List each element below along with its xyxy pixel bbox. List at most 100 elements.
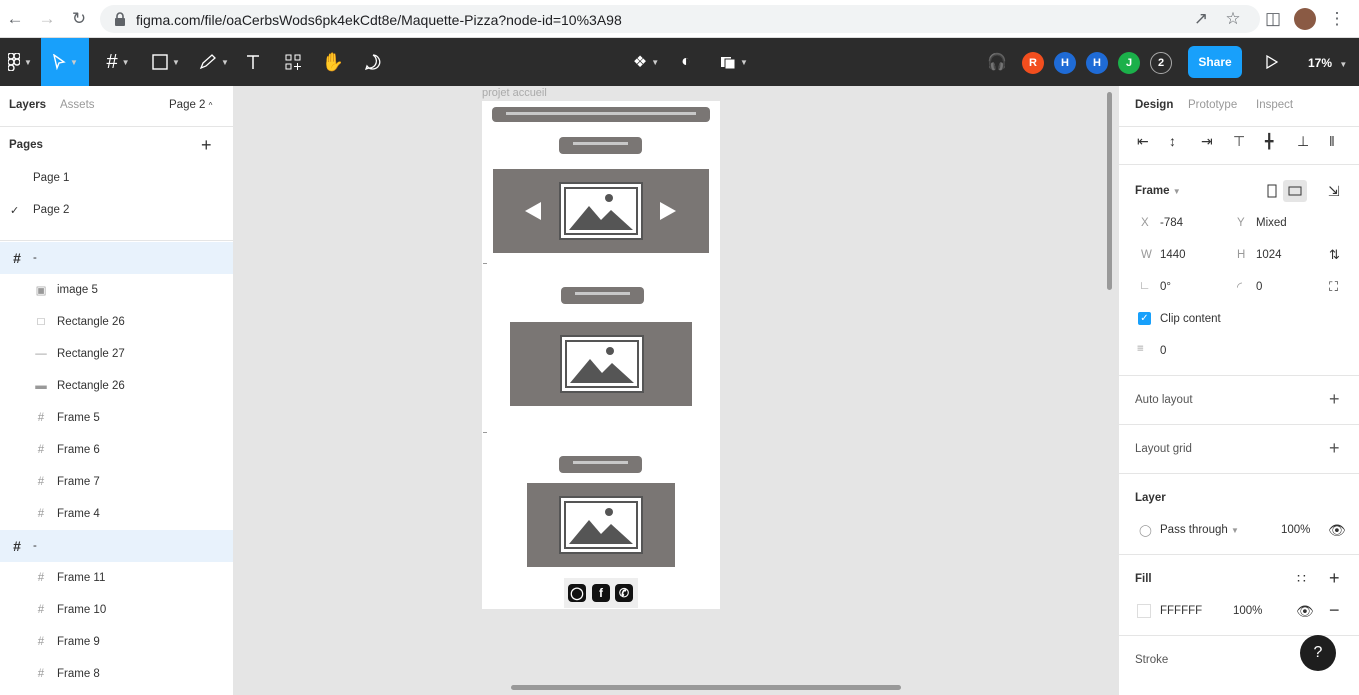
landscape-button[interactable] [1283,180,1307,202]
tab-design[interactable]: Design [1135,99,1173,111]
tab-layers[interactable]: Layers [9,99,46,111]
collaborator-avatar[interactable]: H [1054,52,1076,74]
layer-row[interactable]: # Frame 7 [0,466,233,498]
frame-section-label: Frame [1135,185,1170,197]
page-item[interactable]: ✓ Page 2 [0,194,233,226]
reload-icon[interactable]: ↻ [68,8,90,30]
collaborator-avatar[interactable]: J [1118,52,1140,74]
resize-to-fit-icon[interactable]: ⇲ [1328,183,1340,200]
align-top-icon[interactable]: ⊤ [1233,133,1245,150]
tab-assets[interactable]: Assets [60,99,95,111]
main-menu-button[interactable]: ▼ [0,38,40,86]
chevron-down-icon: ▼ [1172,187,1181,196]
layer-row[interactable]: ▣ image 5 [0,274,233,306]
align-bottom-icon[interactable]: ⊥ [1297,133,1309,150]
rotation-input[interactable]: 0° [1160,281,1171,293]
layer-row[interactable]: # Frame 9 [0,626,233,658]
layer-name: Frame 6 [57,444,100,456]
extra-collaborators-count[interactable]: 2 [1150,52,1172,74]
layer-opacity-input[interactable]: 100% [1281,524,1310,536]
layer-row[interactable]: # Frame 8 [0,658,233,690]
components-menu[interactable]: ❖ ▼ [628,38,664,86]
align-vertical-center-icon[interactable]: ╋ [1265,133,1273,150]
fill-opacity-input[interactable]: 100% [1233,605,1262,617]
add-layout-grid-icon[interactable]: + [1329,438,1340,459]
page-item[interactable]: Page 1 [0,162,233,194]
horizontal-scrollbar[interactable] [511,685,901,690]
shape-tool[interactable]: ▼ [146,38,186,86]
frame-name-label[interactable]: projet accueil [482,87,547,99]
wireframe-frame[interactable]: ◯ f ✆ [482,101,720,609]
page-selector[interactable]: Page 2 ^ [169,99,212,111]
sidepanel-icon[interactable]: ◫ [1262,8,1284,30]
independent-corners-icon[interactable]: ⛶ [1329,279,1338,295]
collaborator-avatar[interactable]: H [1086,52,1108,74]
share-button[interactable]: Share [1188,46,1242,78]
frame-section-title[interactable]: Frame ▼ [1135,185,1181,197]
layer-row[interactable]: # Frame 10 [0,594,233,626]
layer-row[interactable]: # Frame 4 [0,498,233,530]
layer-row[interactable]: # Frame 6 [0,434,233,466]
chevron-down-icon: ▼ [1230,526,1239,535]
chevron-down-icon: ▼ [740,57,748,67]
help-button[interactable]: ? [1300,635,1336,671]
add-fill-icon[interactable]: + [1329,568,1340,589]
pen-tool[interactable]: ▼ [194,38,234,86]
tab-prototype[interactable]: Prototype [1188,99,1237,111]
portrait-icon[interactable] [1267,184,1277,198]
h-input[interactable]: 1024 [1256,249,1282,261]
radius-input[interactable]: 0 [1256,281,1262,293]
align-horizontal-center-icon[interactable]: ↕ [1169,133,1176,149]
browser-menu-icon[interactable]: ⋮ [1326,8,1348,30]
audio-button[interactable]: 🎧 [984,38,1010,86]
fill-color-swatch[interactable] [1137,604,1151,618]
bookmark-star-icon[interactable]: ☆ [1222,8,1244,30]
w-input[interactable]: 1440 [1160,249,1186,261]
hand-tool[interactable]: ✋ [320,38,346,86]
align-left-icon[interactable]: ⇤ [1137,133,1149,150]
clip-content-checkbox[interactable]: ✓ [1138,312,1151,325]
frame-icon: # [37,572,45,584]
collaborator-avatar[interactable]: R [1022,52,1044,74]
back-icon[interactable]: ← [4,8,26,30]
layer-row[interactable]: — Rectangle 27 [0,338,233,370]
share-page-icon[interactable]: ↗ [1190,8,1212,30]
text-tool[interactable] [240,38,266,86]
styles-grid-icon[interactable]: ∷ [1297,570,1306,587]
move-tool[interactable]: ▼ [41,38,89,86]
visibility-eye-icon[interactable]: 👁 [1328,522,1346,539]
layer-row[interactable]: □ Rectangle 26 [0,306,233,338]
add-auto-layout-icon[interactable]: + [1329,389,1340,410]
remove-fill-icon[interactable]: − [1329,600,1340,621]
tab-inspect[interactable]: Inspect [1256,99,1293,111]
pages-header: Pages [9,139,43,151]
spacing-input[interactable]: 0 [1160,345,1166,357]
blend-mode-select[interactable]: Pass through ▼ [1160,524,1239,536]
layer-row[interactable]: # - [0,530,233,562]
profile-avatar[interactable] [1294,8,1316,30]
distribute-icon[interactable]: ‖ [1329,133,1335,149]
present-button[interactable] [1260,38,1284,86]
y-input[interactable]: Mixed [1256,217,1287,229]
align-right-icon[interactable]: ⇥ [1201,133,1213,150]
layer-row[interactable]: # - [0,242,233,274]
resources-tool[interactable] [280,38,306,86]
frame-tool[interactable]: # ▼ [98,38,138,86]
comment-tool[interactable] [360,38,386,86]
layer-row[interactable]: # Frame 5 [0,402,233,434]
x-input[interactable]: -784 [1160,217,1183,229]
mask-button[interactable]: ◐ [674,38,698,86]
vertical-scrollbar[interactable] [1107,92,1112,290]
fill-visibility-eye-icon[interactable]: 👁 [1296,603,1314,620]
forward-icon[interactable]: → [36,8,58,30]
line-icon: — [35,348,47,360]
title-placeholder [559,456,642,473]
layer-row[interactable]: ▬ Rectangle 26 [0,370,233,402]
constrain-proportions-icon[interactable]: ⇅ [1329,247,1340,263]
layer-row[interactable]: # Frame 11 [0,562,233,594]
zoom-level[interactable]: 17% ▼ [1308,56,1347,70]
fill-hex-input[interactable]: FFFFFF [1160,605,1202,617]
add-page-icon[interactable]: + [201,135,212,156]
boolean-menu[interactable]: ▼ [716,38,752,86]
address-bar[interactable]: figma.com/file/oaCerbsWods6pk4ekCdt8e/Ma… [100,5,1260,33]
